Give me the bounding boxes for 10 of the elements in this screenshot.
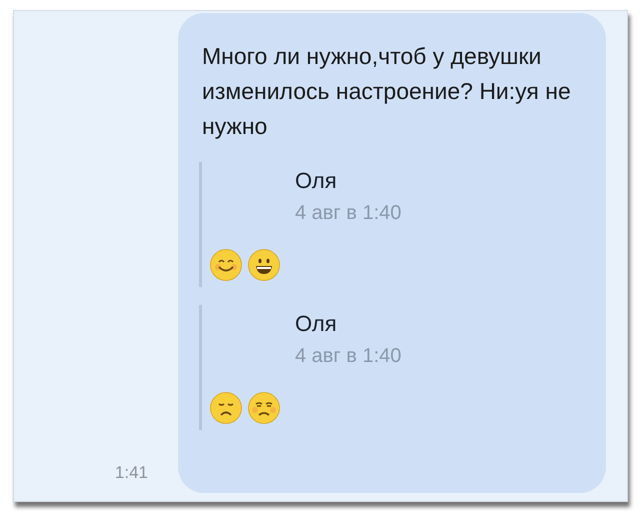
- message-date: 4 авг в 1:40: [295, 345, 402, 368]
- grinning-face-icon: [248, 249, 280, 281]
- author-name[interactable]: Оля: [295, 162, 586, 194]
- sad-face-icon: [210, 392, 242, 424]
- message-text: Много ли нужно,чтоб у девушки изменилось настроение? Ни:уя не нужно: [202, 42, 572, 141]
- message-date: 4 авг в 1:40: [295, 202, 402, 225]
- message-time: 1:41: [114, 463, 148, 483]
- unamused-face-icon: [248, 392, 280, 424]
- smiling-face-icon: [210, 249, 242, 281]
- author-name[interactable]: Оля: [295, 305, 586, 337]
